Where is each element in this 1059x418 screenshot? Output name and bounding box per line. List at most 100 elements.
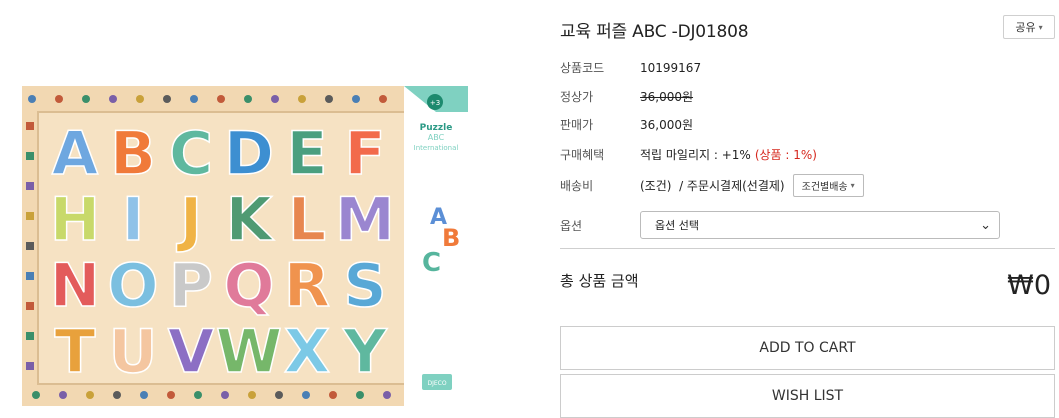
border-animal-icon bbox=[28, 95, 36, 103]
puzzle-letter-m: M bbox=[335, 185, 395, 255]
shipping-value: (조건) / 주문시결제(선결제) bbox=[640, 179, 785, 193]
border-object-icon bbox=[26, 122, 34, 130]
border-animal-icon bbox=[329, 391, 337, 399]
sale-price-value: 36,000원 bbox=[640, 118, 694, 132]
svg-text:DJECO: DJECO bbox=[427, 380, 446, 387]
puzzle-letter-s: S bbox=[343, 251, 386, 321]
border-animal-icon bbox=[275, 391, 283, 399]
puzzle-letter-l: L bbox=[288, 185, 326, 255]
option-label: 옵션 bbox=[560, 219, 583, 233]
shipping-method-select[interactable]: 조건별배송 ▾ bbox=[792, 174, 864, 197]
sale-price-label: 판매가 bbox=[560, 118, 594, 132]
divider bbox=[560, 248, 1055, 249]
puzzle-letter-f: F bbox=[345, 119, 386, 189]
border-animal-icon bbox=[190, 95, 198, 103]
border-animal-icon bbox=[86, 391, 94, 399]
puzzle-letter-v: V bbox=[168, 317, 215, 387]
benefit-extra: (상품 : 1%) bbox=[754, 148, 817, 162]
puzzle-letter-p: P bbox=[169, 251, 213, 321]
puzzle-letter-t: T bbox=[55, 317, 96, 387]
puzzle-letter-k: K bbox=[226, 185, 275, 255]
svg-text:Puzzle: Puzzle bbox=[420, 123, 453, 133]
border-animal-icon bbox=[217, 95, 225, 103]
total-value: ₩0 bbox=[1007, 270, 1051, 301]
border-animal-icon bbox=[352, 95, 360, 103]
puzzle-letter-o: O bbox=[107, 251, 158, 321]
puzzle-illustration: A B C D E FH I J K L MN O P Q R ST U V W X Y +3 Puzzle ABC I… bbox=[22, 86, 468, 406]
puzzle-letter-x: X bbox=[284, 317, 330, 387]
add-to-cart-button[interactable]: ADD TO CART bbox=[560, 326, 1055, 370]
puzzle-letter-j: J bbox=[176, 185, 202, 255]
option-select[interactable]: 옵션 선택 ⌄ bbox=[640, 211, 1000, 239]
border-animal-icon bbox=[325, 95, 333, 103]
product-title: 교육 퍼즐 ABC -DJ01808 bbox=[560, 22, 749, 42]
product-code-label: 상품코드 bbox=[560, 61, 605, 75]
border-animal-icon bbox=[379, 95, 387, 103]
puzzle-letter-r: R bbox=[284, 251, 330, 321]
shipping-method-label: 조건별배송 bbox=[801, 182, 848, 193]
border-animal-icon bbox=[82, 95, 90, 103]
border-object-icon bbox=[26, 152, 34, 160]
border-object-icon bbox=[26, 212, 34, 220]
border-animal-icon bbox=[113, 391, 121, 399]
puzzle-letter-b: B bbox=[110, 119, 156, 189]
product-code-value: 10199167 bbox=[640, 60, 702, 75]
border-animal-icon bbox=[302, 391, 310, 399]
puzzle-letter-u: U bbox=[109, 317, 158, 387]
svg-text:International: International bbox=[414, 144, 459, 152]
puzzle-letter-n: N bbox=[50, 251, 100, 321]
border-animal-icon bbox=[271, 95, 279, 103]
puzzle-letter-q: Q bbox=[223, 251, 274, 321]
puzzle-letter-w: W bbox=[216, 317, 282, 387]
svg-text:B: B bbox=[442, 224, 460, 252]
border-animal-icon bbox=[167, 391, 175, 399]
border-object-icon bbox=[26, 362, 34, 370]
puzzle-letter-a: A bbox=[52, 119, 99, 189]
benefit-row: 구매혜택 적립 마일리지 : +1% (상품 : 1%) bbox=[560, 146, 817, 163]
border-animal-icon bbox=[163, 95, 171, 103]
border-animal-icon bbox=[55, 95, 63, 103]
puzzle-letter-i: I bbox=[122, 185, 144, 255]
list-price-row: 정상가 36,000원 bbox=[560, 88, 693, 105]
border-object-icon bbox=[26, 302, 34, 310]
shipping-row: 배송비 (조건) / 주문시결제(선결제) 조건별배송 ▾ bbox=[560, 174, 864, 197]
svg-text:+3: +3 bbox=[430, 99, 440, 107]
border-animal-icon bbox=[194, 391, 202, 399]
sale-price-row: 판매가 36,000원 bbox=[560, 116, 693, 133]
puzzle-letter-c: C bbox=[169, 119, 213, 189]
border-animal-icon bbox=[248, 391, 256, 399]
benefit-label: 구매혜택 bbox=[560, 148, 605, 162]
border-animal-icon bbox=[356, 391, 364, 399]
svg-text:C: C bbox=[422, 248, 441, 278]
product-image[interactable]: ABCDEFHIJKLMNOPQRSTUVWXY +3 Puzzle ABC I… bbox=[22, 86, 468, 406]
border-object-icon bbox=[26, 332, 34, 340]
share-button[interactable]: 공유 ▾ bbox=[1003, 15, 1055, 39]
border-animal-icon bbox=[383, 391, 391, 399]
total-label: 총 상품 금액 bbox=[560, 272, 639, 290]
chevron-down-icon: ▾ bbox=[850, 181, 855, 190]
border-object-icon bbox=[26, 272, 34, 280]
product-box: +3 Puzzle ABC International A B C DJECO bbox=[404, 86, 468, 406]
border-animal-icon bbox=[298, 95, 306, 103]
puzzle-letter-h: H bbox=[50, 185, 100, 255]
border-animal-icon bbox=[109, 95, 117, 103]
option-select-value: 옵션 선택 bbox=[655, 219, 699, 232]
border-object-icon bbox=[26, 182, 34, 190]
benefit-value: 적립 마일리지 : +1% bbox=[640, 148, 751, 162]
chevron-down-icon: ⌄ bbox=[980, 217, 991, 233]
border-object-icon bbox=[26, 242, 34, 250]
puzzle-letter-e: E bbox=[287, 119, 328, 189]
border-animal-icon bbox=[244, 95, 252, 103]
svg-text:ABC: ABC bbox=[428, 133, 445, 142]
puzzle-letter-d: D bbox=[224, 119, 274, 189]
wish-list-button[interactable]: WISH LIST bbox=[560, 374, 1055, 418]
list-price-label: 정상가 bbox=[560, 90, 594, 104]
border-animal-icon bbox=[140, 391, 148, 399]
border-animal-icon bbox=[221, 391, 229, 399]
product-code-row: 상품코드 10199167 bbox=[560, 59, 701, 76]
border-animal-icon bbox=[32, 391, 40, 399]
border-animal-icon bbox=[59, 391, 67, 399]
border-animal-icon bbox=[136, 95, 144, 103]
chevron-down-icon: ▾ bbox=[1038, 22, 1043, 32]
share-label: 공유 bbox=[1015, 21, 1036, 34]
